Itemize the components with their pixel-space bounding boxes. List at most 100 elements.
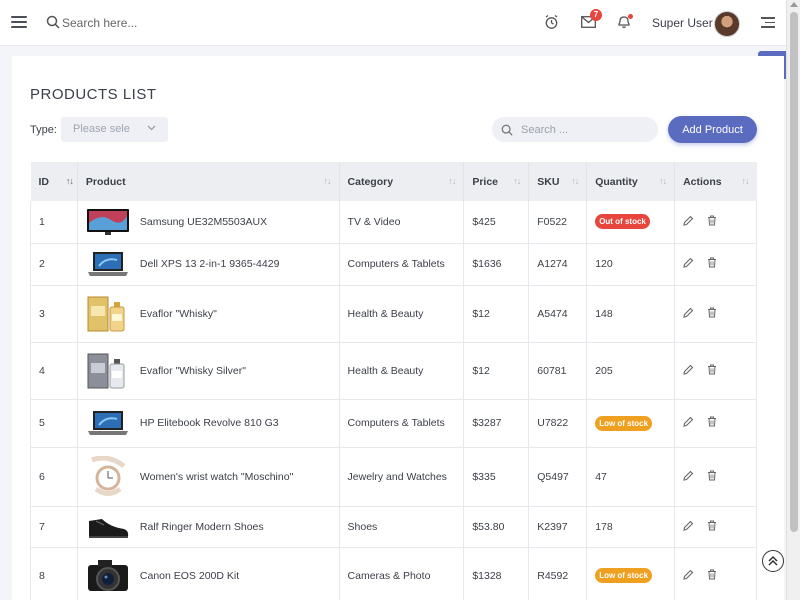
scroll-up-arrow[interactable] — [790, 2, 798, 7]
product-name[interactable]: Ralf Ringer Modern Shoes — [140, 521, 264, 533]
product-name[interactable]: Canon EOS 200D Kit — [140, 570, 239, 582]
product-thumbnail[interactable] — [86, 455, 130, 498]
id-value: 5 — [39, 417, 45, 429]
price-value: $12 — [472, 307, 490, 320]
user-name[interactable]: Super User — [652, 16, 713, 30]
trash-icon[interactable] — [707, 307, 717, 321]
column-header-id[interactable]: ID ↑↓ — [30, 162, 78, 201]
table-row[interactable]: 1 Samsung UE32M5503AUX TV & Video $425 F… — [30, 201, 757, 244]
table-row[interactable]: 3 Evaflor "Whisky" Health & Beauty $12 A… — [30, 285, 757, 343]
cell-price: $12 — [463, 342, 530, 400]
edit-icon[interactable] — [683, 520, 694, 534]
cell-quantity: 47 — [586, 447, 676, 507]
cell-product: Ralf Ringer Modern Shoes — [77, 506, 340, 548]
sku-value: F0522 — [537, 215, 568, 228]
column-header-sku[interactable]: SKU ↑↓ — [528, 162, 588, 201]
sort-icon[interactable]: ↑↓ — [659, 176, 667, 186]
column-header-category[interactable]: Category ↑↓ — [339, 162, 465, 201]
product-thumbnail[interactable] — [86, 557, 130, 595]
product-thumbnail[interactable] — [86, 249, 130, 279]
top-bar: 7 Super User — [0, 0, 790, 46]
hamburger-menu-icon[interactable] — [11, 16, 27, 28]
back-to-top-button[interactable] — [762, 550, 784, 572]
top-search-input[interactable] — [62, 13, 202, 33]
table-header-row: ID ↑↓ Product ↑↓ Category ↑↓ Price ↑↓ SKU ↑↓ … — [30, 162, 757, 201]
cell-product: Dell XPS 13 2-in-1 9365-4429 — [77, 243, 340, 286]
table-row[interactable]: 4 Evaflor "Whisky Silver" Health & Beaut… — [30, 342, 757, 400]
column-label: Category — [347, 175, 394, 188]
table-row[interactable]: 7 Ralf Ringer Modern Shoes Shoes $53.80 … — [30, 506, 757, 548]
cell-price: $425 — [463, 201, 530, 244]
sort-icon[interactable]: ↑↓ — [513, 176, 521, 186]
edit-icon[interactable] — [683, 569, 694, 583]
cell-product: Evaflor "Whisky" — [77, 285, 340, 343]
trash-icon[interactable] — [707, 569, 717, 583]
column-header-quantity[interactable]: Quantity ↑↓ — [586, 162, 676, 201]
add-product-button[interactable]: Add Product — [668, 116, 757, 143]
product-search[interactable] — [492, 117, 658, 142]
sort-icon[interactable]: ↑↓ — [66, 176, 74, 186]
scrollbar[interactable] — [786, 0, 800, 600]
trash-icon[interactable] — [707, 215, 717, 229]
chevron-down-icon — [147, 125, 156, 131]
category-value: Health & Beauty — [347, 307, 424, 320]
edit-icon[interactable] — [683, 215, 694, 229]
avatar[interactable] — [714, 11, 740, 37]
column-header-price[interactable]: Price ↑↓ — [463, 162, 530, 201]
product-name[interactable]: Samsung UE32M5503AUX — [140, 216, 267, 228]
stock-status-badge: Low of stock — [595, 415, 653, 431]
edit-icon[interactable] — [683, 307, 694, 321]
product-thumbnail[interactable] — [86, 408, 130, 438]
sort-icon[interactable]: ↑↓ — [324, 176, 332, 186]
product-name[interactable]: Dell XPS 13 2-in-1 9365-4429 — [140, 258, 280, 270]
column-header-product[interactable]: Product ↑↓ — [77, 162, 340, 201]
product-name[interactable]: Evaflor "Whisky Silver" — [140, 365, 246, 377]
cell-actions — [674, 285, 757, 343]
type-select[interactable]: Please sele — [61, 117, 168, 142]
product-thumbnail[interactable] — [86, 208, 130, 236]
trash-icon[interactable] — [707, 520, 717, 534]
table-row[interactable]: 2 Dell XPS 13 2-in-1 9365-4429 Computers… — [30, 243, 757, 286]
id-value: 7 — [39, 520, 45, 533]
notification-dot — [628, 14, 633, 19]
table-row[interactable]: 6 Women's wrist watch "Moschino" Jewelry… — [30, 447, 757, 507]
trash-icon[interactable] — [707, 257, 717, 271]
cell-category: Jewelry and Watches — [339, 447, 465, 507]
trash-icon[interactable] — [707, 364, 717, 378]
cell-price: $335 — [463, 447, 530, 507]
product-thumbnail[interactable] — [86, 294, 130, 334]
scroll-thumb[interactable] — [790, 12, 798, 532]
category-value: TV & Video — [347, 215, 401, 228]
edit-icon[interactable] — [683, 470, 694, 484]
table-row[interactable]: 5 HP Elitebook Revolve 810 G3 Computers … — [30, 399, 757, 448]
edit-icon[interactable] — [683, 416, 694, 430]
id-value: 4 — [39, 364, 45, 377]
product-name[interactable]: Women's wrist watch "Moschino" — [140, 471, 293, 483]
table-row[interactable]: 8 Canon EOS 200D Kit Cameras & Photo $13… — [30, 547, 757, 600]
column-header-actions[interactable]: Actions ↑↓ — [674, 162, 757, 201]
trash-icon[interactable] — [707, 416, 717, 430]
cell-id: 8 — [30, 547, 78, 600]
product-thumbnail[interactable] — [86, 513, 130, 541]
edit-icon[interactable] — [683, 257, 694, 271]
product-thumbnail[interactable] — [86, 351, 130, 391]
sku-value: R4592 — [537, 569, 569, 582]
cell-price: $53.80 — [463, 506, 530, 548]
menu-lines-icon[interactable] — [761, 17, 775, 31]
product-name[interactable]: Evaflor "Whisky" — [140, 308, 217, 320]
product-name[interactable]: HP Elitebook Revolve 810 G3 — [140, 417, 279, 429]
price-value: $1328 — [472, 569, 502, 582]
quantity-value: 120 — [595, 258, 613, 270]
cell-category: Computers & Tablets — [339, 243, 465, 286]
alarm-clock-icon[interactable] — [544, 14, 559, 30]
sort-icon[interactable]: ↑↓ — [742, 176, 750, 186]
id-value: 2 — [39, 258, 45, 270]
column-label: SKU — [537, 175, 560, 188]
sort-icon[interactable]: ↑↓ — [448, 176, 456, 186]
sort-icon[interactable]: ↑↓ — [571, 176, 579, 186]
category-value: Health & Beauty — [347, 364, 424, 377]
edit-icon[interactable] — [683, 364, 694, 378]
price-value: $335 — [472, 470, 496, 483]
trash-icon[interactable] — [707, 470, 717, 484]
product-search-input[interactable] — [521, 121, 651, 138]
